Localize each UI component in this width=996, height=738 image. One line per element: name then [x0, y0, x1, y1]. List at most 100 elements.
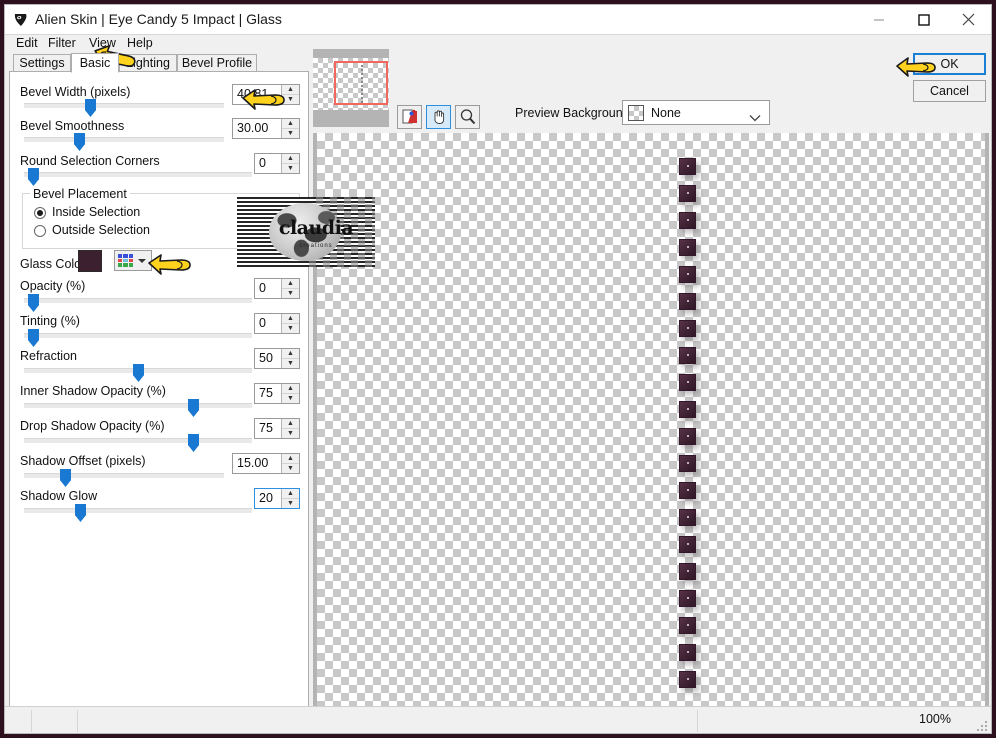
slider-thumb-shadow-glow[interactable] [75, 504, 86, 522]
zoom-tool-button[interactable] [455, 105, 480, 129]
slider-thumb-round-selection-corners[interactable] [28, 168, 39, 186]
spinner-refraction[interactable]: 50 ▲ ▼ [254, 348, 300, 369]
slider-bevel-smoothness[interactable] [24, 133, 224, 151]
spinner-shadow-offset[interactable]: 15.00 ▲ ▼ [232, 453, 300, 474]
status-cell-1 [31, 710, 78, 732]
spinner-value-tinting[interactable]: 0 [255, 314, 281, 333]
spinner-bevel-smoothness[interactable]: 30.00 ▲ ▼ [232, 118, 300, 139]
spinner-down-icon[interactable]: ▼ [282, 359, 299, 368]
slider-shadow-glow[interactable] [24, 504, 252, 522]
slider-thumb-bevel-width[interactable] [85, 99, 96, 117]
chevron-down-icon[interactable] [749, 109, 761, 127]
slider-thumb-tinting[interactable] [28, 329, 39, 347]
spinner-drop-shadow-opacity[interactable]: 75 ▲ ▼ [254, 418, 300, 439]
spinner-value-inner-shadow-opacity[interactable]: 75 [255, 384, 281, 403]
spinner-down-icon[interactable]: ▼ [282, 499, 299, 508]
maximize-button[interactable] [901, 5, 946, 34]
spinner-up-icon[interactable]: ▲ [282, 419, 299, 429]
spinner-up-icon[interactable]: ▲ [282, 154, 299, 164]
spinner-arrows-refraction[interactable]: ▲ ▼ [281, 349, 299, 368]
slider-thumb-opacity[interactable] [28, 294, 39, 312]
slider-thumb-drop-shadow-opacity[interactable] [188, 434, 199, 452]
spinner-round-selection-corners[interactable]: 0 ▲ ▼ [254, 153, 300, 174]
slider-thumb-shadow-offset[interactable] [60, 469, 71, 487]
spinner-value-round-selection-corners[interactable]: 0 [255, 154, 281, 173]
slider-opacity[interactable] [24, 294, 252, 312]
spinner-up-icon[interactable]: ▲ [282, 349, 299, 359]
slider-thumb-refraction[interactable] [133, 364, 144, 382]
spinner-down-icon[interactable]: ▼ [282, 464, 299, 473]
canvas-checker-background[interactable] [317, 133, 985, 709]
pointer-hand-ok-icon [893, 53, 937, 84]
preview-canvas[interactable] [313, 133, 989, 709]
eyedropper-tool-button[interactable] [397, 105, 422, 129]
spinner-down-icon[interactable]: ▼ [282, 394, 299, 403]
label-opacity: Opacity (%) [20, 279, 86, 293]
spinner-shadow-glow[interactable]: 20 ▲ ▼ [254, 488, 300, 509]
pointer-hand-glass-color-icon [143, 249, 193, 282]
tab-basic[interactable]: Basic [71, 53, 119, 73]
label-inside-selection[interactable]: Inside Selection [52, 205, 140, 219]
spinner-up-icon[interactable]: ▲ [282, 279, 299, 289]
close-button[interactable] [946, 5, 991, 34]
spinner-arrows-opacity[interactable]: ▲ ▼ [281, 279, 299, 298]
spinner-arrows-tinting[interactable]: ▲ ▼ [281, 314, 299, 333]
spinner-value-opacity[interactable]: 0 [255, 279, 281, 298]
spinner-value-shadow-glow[interactable]: 20 [255, 489, 281, 508]
glass-square [679, 536, 696, 553]
label-outside-selection[interactable]: Outside Selection [52, 223, 150, 237]
radio-outside-selection[interactable] [34, 225, 46, 237]
label-bevel-width: Bevel Width (pixels) [20, 85, 131, 99]
slider-drop-shadow-opacity[interactable] [24, 434, 252, 452]
slider-bevel-width[interactable] [24, 99, 224, 117]
slider-shadow-offset[interactable] [24, 469, 224, 487]
spinner-value-drop-shadow-opacity[interactable]: 75 [255, 419, 281, 438]
spinner-up-icon[interactable]: ▲ [282, 489, 299, 499]
spinner-down-icon[interactable]: ▼ [282, 429, 299, 438]
spinner-down-icon[interactable]: ▼ [282, 289, 299, 298]
spinner-down-icon[interactable]: ▼ [282, 324, 299, 333]
spinner-arrows-shadow-glow[interactable]: ▲ ▼ [281, 489, 299, 508]
spinner-down-icon[interactable]: ▼ [282, 164, 299, 173]
hand-tool-button[interactable] [426, 105, 451, 129]
slider-thumb-bevel-smoothness[interactable] [74, 133, 85, 151]
slider-tinting[interactable] [24, 329, 252, 347]
menu-item-edit[interactable]: Edit [13, 36, 41, 50]
menu-item-filter[interactable]: Filter [45, 36, 79, 50]
spinner-down-icon[interactable]: ▼ [282, 129, 299, 138]
spinner-arrows-inner-shadow-opacity[interactable]: ▲ ▼ [281, 384, 299, 403]
resize-grip-icon[interactable] [976, 719, 988, 731]
slider-thumb-inner-shadow-opacity[interactable] [188, 399, 199, 417]
spinner-value-bevel-smoothness[interactable]: 30.00 [233, 119, 281, 138]
spinner-up-icon[interactable]: ▲ [282, 384, 299, 394]
spinner-up-icon[interactable]: ▲ [282, 119, 299, 129]
spinner-up-icon[interactable]: ▲ [282, 314, 299, 324]
glass-square [679, 617, 696, 634]
slider-round-selection-corners[interactable] [24, 168, 252, 186]
spinner-arrows-bevel-smoothness[interactable]: ▲ ▼ [281, 119, 299, 138]
radio-inside-selection[interactable] [34, 207, 46, 219]
spinner-arrows-drop-shadow-opacity[interactable]: ▲ ▼ [281, 419, 299, 438]
slider-inner-shadow-opacity[interactable] [24, 399, 252, 417]
tab-bevel-profile[interactable]: Bevel Profile [177, 54, 257, 72]
spinner-value-shadow-offset[interactable]: 15.00 [233, 454, 281, 473]
spinner-tinting[interactable]: 0 ▲ ▼ [254, 313, 300, 334]
spinner-opacity[interactable]: 0 ▲ ▼ [254, 278, 300, 299]
spinner-inner-shadow-opacity[interactable]: 75 ▲ ▼ [254, 383, 300, 404]
spinner-arrows-shadow-offset[interactable]: ▲ ▼ [281, 454, 299, 473]
glass-square [679, 347, 696, 364]
title-bar: Alien Skin | Eye Candy 5 Impact | Glass [5, 5, 991, 35]
glass-square [679, 563, 696, 580]
glass-square [679, 509, 696, 526]
glass-color-swatch[interactable] [78, 250, 102, 272]
navigator-viewport-rect[interactable] [334, 61, 388, 105]
transparent-checker-swatch [628, 104, 644, 121]
spinner-up-icon[interactable]: ▲ [282, 454, 299, 464]
tab-settings[interactable]: Settings [13, 54, 71, 72]
preview-background-select[interactable]: None [622, 100, 770, 125]
spinner-value-refraction[interactable]: 50 [255, 349, 281, 368]
slider-refraction[interactable] [24, 364, 252, 382]
navigator-thumbnail[interactable] [313, 49, 389, 127]
minimize-button[interactable] [856, 5, 901, 34]
spinner-arrows-round-selection-corners[interactable]: ▲ ▼ [281, 154, 299, 173]
